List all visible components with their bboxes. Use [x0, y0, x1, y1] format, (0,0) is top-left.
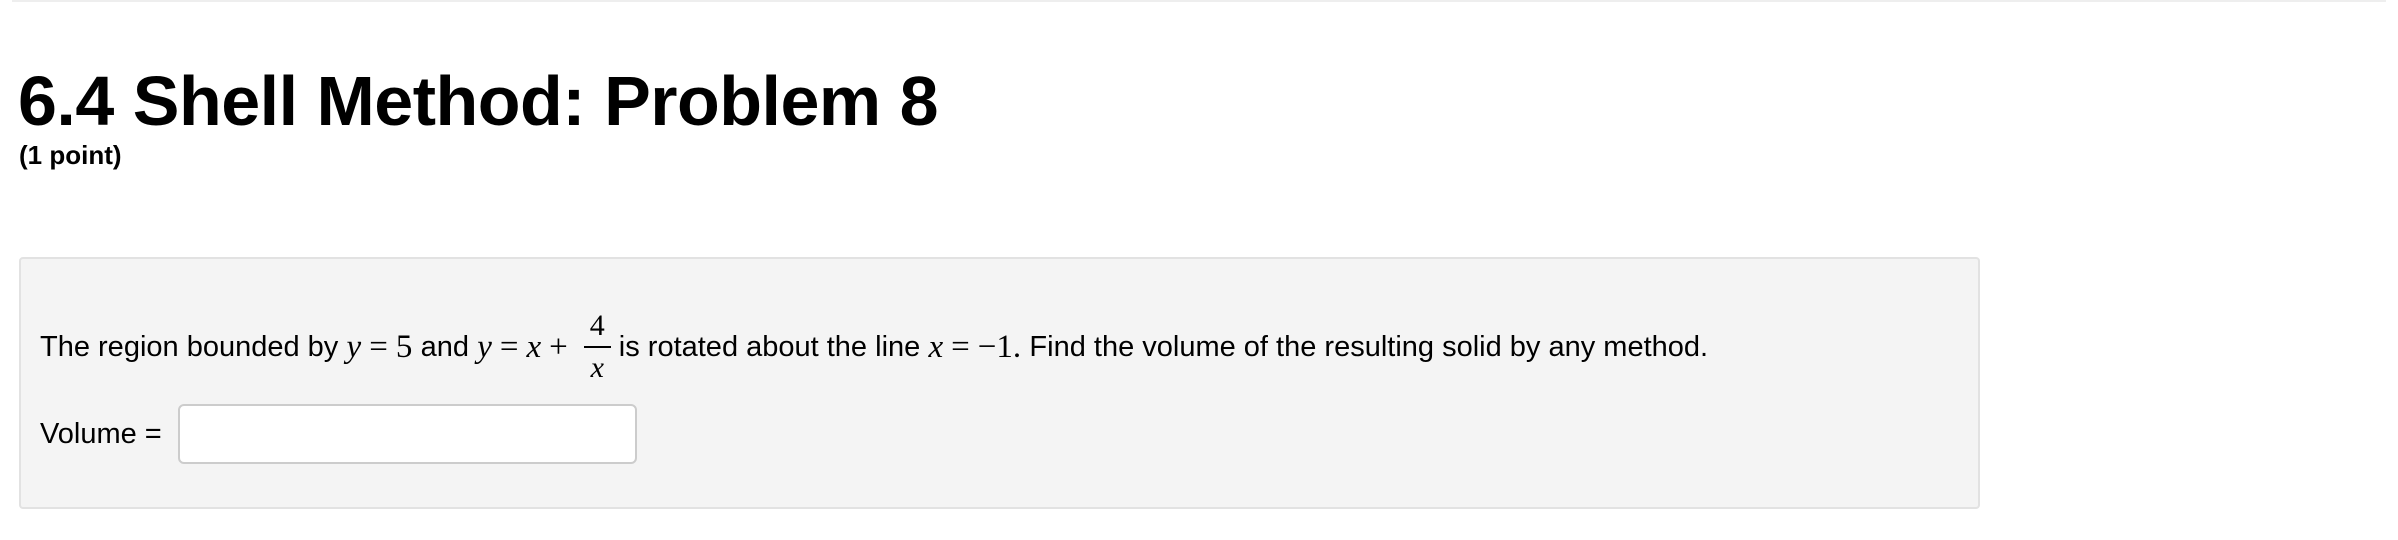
- volume-label: Volume =: [40, 417, 162, 450]
- fraction-numerator: 4: [589, 309, 605, 342]
- equation-y-equals-x-plus-4-over-x: y = x +: [469, 329, 576, 366]
- webwork-problem-page: 6.4 Shell Method: Problem 8 (1 point) Th…: [0, 0, 2398, 540]
- equation-x-equals-minus-1: x = −1.: [920, 329, 1029, 366]
- eq3-op: =: [951, 328, 970, 365]
- fraction-4-over-x: 4 x: [583, 309, 611, 385]
- answer-row: Volume =: [40, 404, 637, 464]
- problem-title: 6.4 Shell Method: Problem 8: [18, 62, 939, 140]
- eq2-plus: +: [549, 328, 568, 365]
- problem-points: (1 point): [19, 140, 122, 170]
- eq1-rhs: 5: [395, 328, 413, 365]
- problem-body: The region bounded by y = 5 and y = x + 4 x i…: [19, 257, 1980, 509]
- eq1-lhs: y: [346, 328, 362, 365]
- eq2-lhs: y: [477, 328, 492, 365]
- equation-y-equals-5: y = 5: [338, 329, 420, 366]
- statement-middle: is rotated about the line: [618, 330, 921, 363]
- top-divider: [12, 0, 2386, 2]
- problem-statement: The region bounded by y = 5 and y = x + 4 x i…: [40, 299, 1708, 395]
- statement-outro: Find the volume of the resulting solid b…: [1029, 330, 1709, 363]
- volume-answer-input[interactable]: [177, 404, 637, 464]
- eq3-lhs: x: [928, 328, 944, 365]
- eq3-rhs: −1.: [977, 328, 1022, 365]
- eq1-op: =: [369, 328, 388, 365]
- fraction-bar: [583, 346, 611, 348]
- statement-intro: The region bounded by: [40, 330, 339, 363]
- statement-conjunction: and: [420, 330, 469, 363]
- fraction-denominator: x: [590, 351, 604, 384]
- eq2-op: =: [499, 328, 519, 365]
- eq2-x: x: [526, 328, 542, 365]
